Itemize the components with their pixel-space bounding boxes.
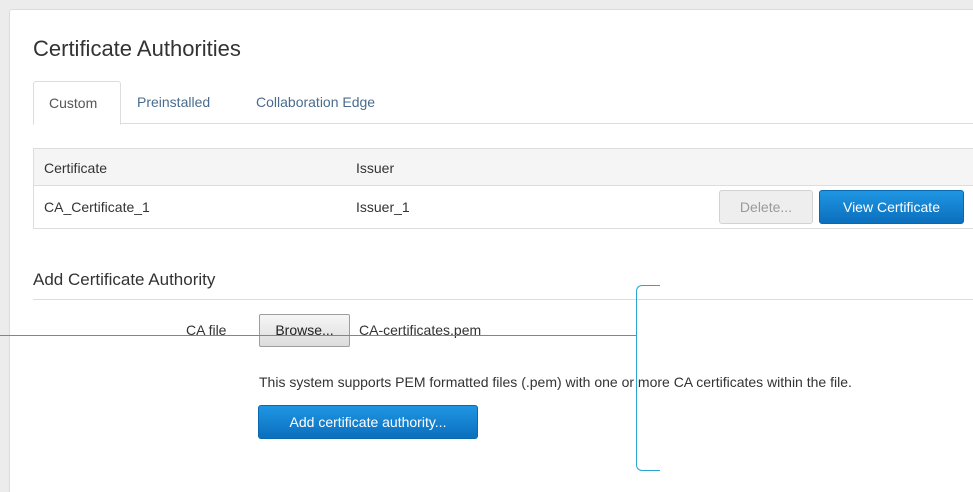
column-header-certificate: Certificate xyxy=(44,160,108,176)
tab-custom[interactable]: Custom xyxy=(33,81,121,125)
certificate-table: Certificate Issuer CA_Certificate_1 Issu… xyxy=(33,148,973,229)
page-title: Certificate Authorities xyxy=(33,36,241,61)
table-row: CA_Certificate_1 Issuer_1 Delete... View… xyxy=(34,186,973,229)
add-section-title: Add Certificate Authority xyxy=(33,270,216,289)
help-text: This system supports PEM formatted files… xyxy=(259,374,852,390)
section-divider xyxy=(33,299,973,300)
browse-button[interactable]: Browse... xyxy=(259,314,350,347)
delete-button[interactable]: Delete... xyxy=(719,190,813,224)
tab-bar: Custom Preinstalled Collaboration Edge xyxy=(33,81,973,125)
callout-bracket xyxy=(636,285,660,471)
column-header-issuer: Issuer xyxy=(356,160,395,176)
callout-line xyxy=(0,335,637,336)
view-certificate-button[interactable]: View Certificate xyxy=(819,190,964,224)
certificate-name: CA_Certificate_1 xyxy=(44,199,150,215)
table-header: Certificate Issuer xyxy=(34,149,973,186)
tab-preinstalled[interactable]: Preinstalled xyxy=(122,81,225,124)
tab-collaboration-edge[interactable]: Collaboration Edge xyxy=(241,81,390,124)
add-certificate-authority-button[interactable]: Add certificate authority... xyxy=(258,405,478,439)
issuer-name: Issuer_1 xyxy=(356,199,410,215)
